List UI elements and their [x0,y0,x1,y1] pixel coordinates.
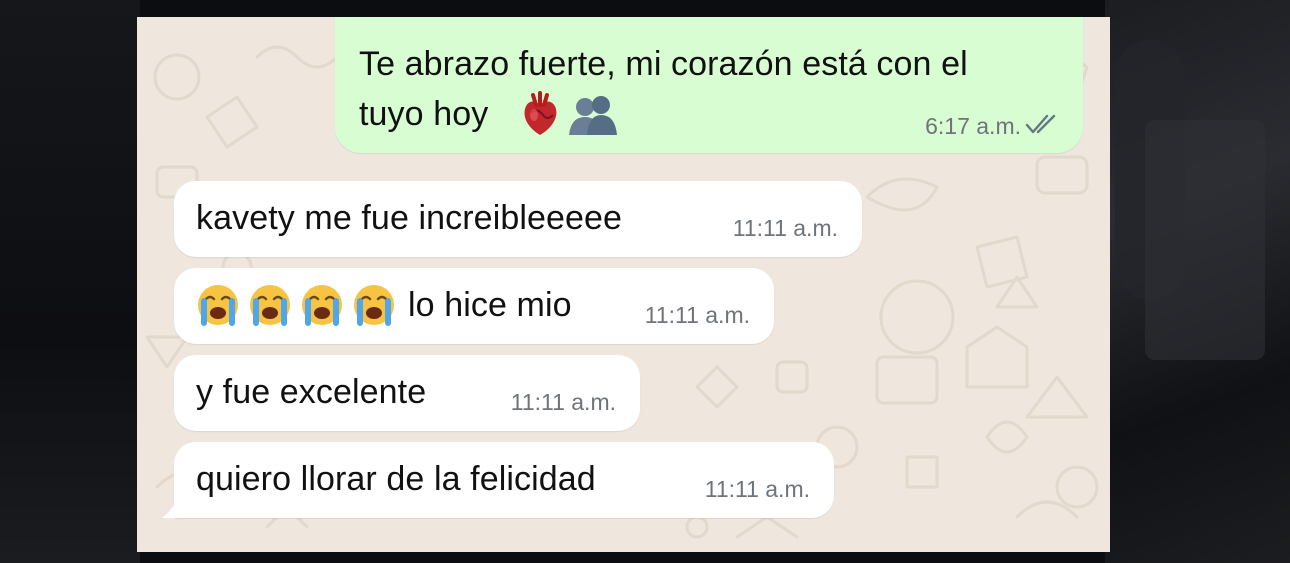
chat-conversation[interactable]: Te abrazo fuerte, mi corazón está con el… [137,17,1110,552]
message-text: quiero llorar de la felicidad [196,460,596,498]
loudly-crying-face-icon [198,285,238,326]
message-text: y fue excelente [196,373,427,411]
message-text: lo hice mio [408,286,572,324]
incoming-message-bubble[interactable]: lo hice mio 11:11 a.m. [174,268,774,344]
people-silhouette-icon [569,96,618,135]
message-timestamp: 11:11 a.m. [510,389,616,415]
loudly-crying-face-icon [302,285,342,326]
anatomical-heart-icon [524,91,557,135]
message-timestamp: 6:17 a.m. [925,113,1021,139]
background-blur-shape [1145,120,1265,360]
message-text: tuyo hoy [359,95,489,133]
background-left [0,0,140,563]
message-timestamp: 11:11 a.m. [644,302,750,328]
message-timestamp: 11:11 a.m. [704,476,810,502]
background-right [1105,0,1290,563]
outgoing-message-bubble[interactable]: Te abrazo fuerte, mi corazón está con el… [335,17,1083,153]
incoming-message-bubble[interactable]: quiero llorar de la felicidad 11:11 a.m. [174,442,834,518]
message-timestamp: 11:11 a.m. [732,215,838,241]
message-emojis [521,91,619,139]
message-text: kavety me fue increibleeeee [196,199,623,237]
message-emojis [196,283,404,327]
incoming-message-bubble[interactable]: kavety me fue increibleeeee 11:11 a.m. [174,181,862,257]
loudly-crying-face-icon [250,285,290,326]
incoming-message-bubble[interactable]: y fue excelente 11:11 a.m. [174,355,640,431]
message-text: Te abrazo fuerte, mi corazón está con el [359,45,968,83]
loudly-crying-face-icon [354,285,394,326]
read-double-check-icon [1025,114,1056,134]
